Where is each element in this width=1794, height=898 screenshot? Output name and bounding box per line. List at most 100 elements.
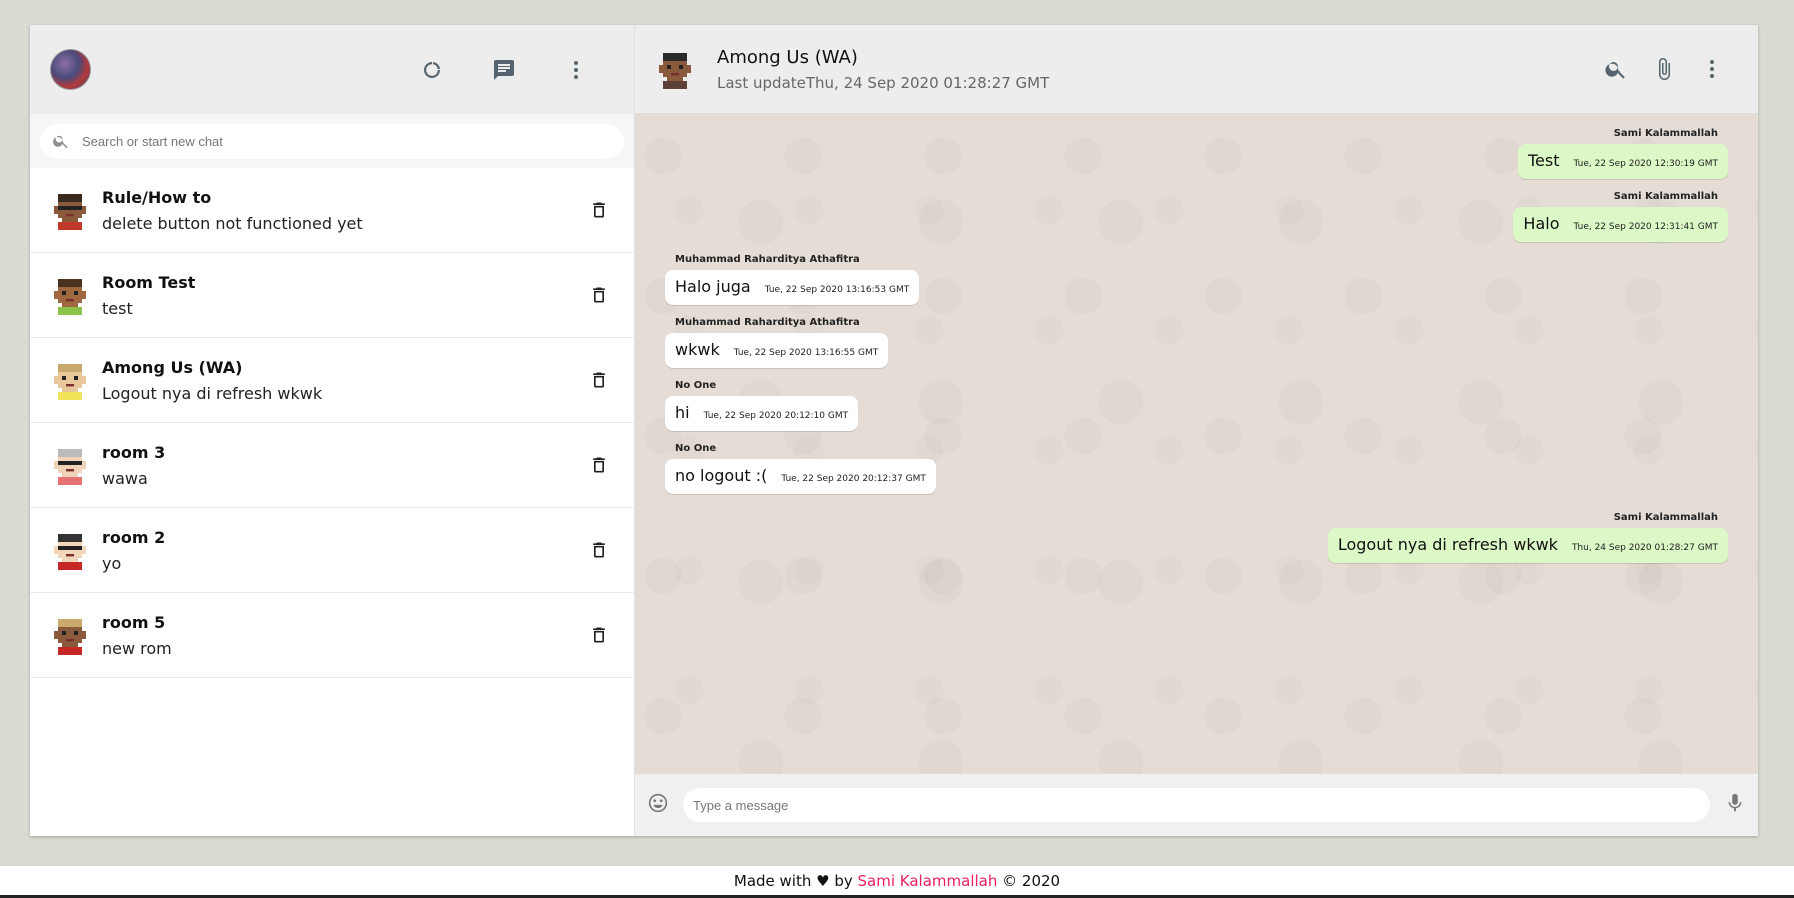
outgoing-message: Sami Kalammallah Halo Tue, 22 Sep 2020 1… xyxy=(665,191,1728,242)
chat-last-update: Last updateThu, 24 Sep 2020 01:28:27 GMT xyxy=(717,73,1050,92)
message-input[interactable] xyxy=(683,788,1710,822)
delete-icon[interactable] xyxy=(586,282,612,308)
room-name: room 3 xyxy=(102,442,166,462)
search-icon[interactable] xyxy=(1594,47,1638,91)
footer-prefix: Made with ♥ by xyxy=(733,872,853,890)
message-bubble[interactable]: Test Tue, 22 Sep 2020 12:30:19 GMT xyxy=(1517,144,1728,179)
message-timestamp: Tue, 22 Sep 2020 12:31:41 GMT xyxy=(1573,222,1718,232)
footer: Made with ♥ by Sami Kalammallah © 2020 xyxy=(0,866,1794,898)
user-avatar[interactable] xyxy=(50,49,91,90)
chat-list: Rule/How to delete button not functioned… xyxy=(30,168,634,836)
chat-header-icons xyxy=(1594,47,1734,91)
message-bubble[interactable]: Halo juga Tue, 22 Sep 2020 13:16:53 GMT xyxy=(665,270,920,305)
search-icon xyxy=(53,135,68,149)
search-box[interactable] xyxy=(40,123,624,159)
message-sender: Sami Kalammallah xyxy=(1613,191,1718,202)
chat-list-item[interactable]: Rule/How to delete button not functioned… xyxy=(30,168,634,253)
delete-icon[interactable] xyxy=(586,537,612,563)
room-info: Room Test test xyxy=(102,273,586,318)
microphone-icon[interactable] xyxy=(1724,792,1746,818)
incoming-message: No One hi Tue, 22 Sep 2020 20:12:10 GMT xyxy=(665,380,1728,431)
message-sender: No One xyxy=(675,380,717,391)
message-area[interactable]: Sami Kalammallah Test Tue, 22 Sep 2020 1… xyxy=(635,114,1758,774)
room-avatar xyxy=(54,619,86,655)
refresh-icon[interactable] xyxy=(410,48,454,92)
incoming-message: Muhammad Raharditya Athafitra wkwk Tue, … xyxy=(665,317,1728,368)
outgoing-message: Sami Kalammallah Logout nya di refresh w… xyxy=(665,512,1728,563)
chat-icon[interactable] xyxy=(482,48,526,92)
chat-title: Among Us (WA) xyxy=(717,46,858,68)
room-name: Room Test xyxy=(102,272,196,292)
incoming-message: Muhammad Raharditya Athafitra Halo juga … xyxy=(665,254,1728,305)
sidebar-header xyxy=(30,25,634,114)
message-timestamp: Tue, 22 Sep 2020 13:16:55 GMT xyxy=(733,348,879,358)
chat-list-item[interactable]: room 2 yo xyxy=(30,508,634,593)
message-bubble[interactable]: wkwk Tue, 22 Sep 2020 13:16:55 GMT xyxy=(665,333,889,368)
chat-header: Among Us (WA) Last updateThu, 24 Sep 202… xyxy=(635,25,1758,114)
room-name: Among Us (WA) xyxy=(102,357,243,377)
chat-list-item[interactable]: Among Us (WA) Logout nya di refresh wkwk xyxy=(30,338,634,423)
message-sender: Sami Kalammallah xyxy=(1613,512,1718,523)
room-name: room 2 xyxy=(102,527,166,547)
room-last-message: yo xyxy=(102,553,122,573)
message-sender: Muhammad Raharditya Athafitra xyxy=(675,317,860,328)
emoji-icon[interactable] xyxy=(647,792,669,818)
room-last-message: wawa xyxy=(102,468,148,488)
message-bubble[interactable]: no logout :( Tue, 22 Sep 2020 20:12:37 G… xyxy=(665,459,936,494)
room-last-message: delete button not functioned yet xyxy=(102,213,363,233)
delete-icon[interactable] xyxy=(586,367,612,393)
chat-list-item[interactable]: Room Test test xyxy=(30,253,634,338)
message-text: Halo xyxy=(1523,214,1560,233)
outgoing-message: Sami Kalammallah Test Tue, 22 Sep 2020 1… xyxy=(665,128,1728,179)
sidebar-header-icons xyxy=(410,48,614,92)
message-text: no logout :( xyxy=(675,466,768,485)
room-info: Among Us (WA) Logout nya di refresh wkwk xyxy=(102,358,586,403)
message-sender: Muhammad Raharditya Athafitra xyxy=(675,254,860,265)
footer-copyright: © 2020 xyxy=(1002,872,1061,890)
footer-author-link[interactable]: Sami Kalammallah xyxy=(858,872,998,890)
message-text: Logout nya di refresh wkwk xyxy=(1337,535,1558,554)
search-bar xyxy=(30,114,634,168)
message-sender: Sami Kalammallah xyxy=(1613,128,1718,139)
message-timestamp: Thu, 24 Sep 2020 01:28:27 GMT xyxy=(1571,543,1718,553)
message-composer xyxy=(635,774,1758,836)
delete-icon[interactable] xyxy=(586,452,612,478)
room-avatar xyxy=(54,279,86,315)
message-timestamp: Tue, 22 Sep 2020 20:12:10 GMT xyxy=(703,411,849,421)
message-text: hi xyxy=(675,403,690,422)
room-last-message: new rom xyxy=(102,638,172,658)
message-bubble[interactable]: Halo Tue, 22 Sep 2020 12:31:41 GMT xyxy=(1513,207,1728,242)
message-text: wkwk xyxy=(675,340,720,359)
chat-list-item[interactable]: room 3 wawa xyxy=(30,423,634,508)
room-info: room 5 new rom xyxy=(102,613,586,658)
message-sender: No One xyxy=(675,443,717,454)
more-vert-icon[interactable] xyxy=(1690,47,1734,91)
room-info: room 2 yo xyxy=(102,528,586,573)
chat-pane: Among Us (WA) Last updateThu, 24 Sep 202… xyxy=(635,25,1758,836)
message-bubble[interactable]: hi Tue, 22 Sep 2020 20:12:10 GMT xyxy=(665,396,859,431)
attach-icon[interactable] xyxy=(1642,47,1686,91)
room-name: room 5 xyxy=(102,612,166,632)
message-timestamp: Tue, 22 Sep 2020 13:16:53 GMT xyxy=(764,285,910,295)
room-avatar xyxy=(54,449,86,485)
app-window: Rule/How to delete button not functioned… xyxy=(30,25,1758,836)
chat-avatar[interactable] xyxy=(655,49,695,89)
room-avatar xyxy=(54,364,86,400)
search-input[interactable] xyxy=(82,133,612,149)
room-info: room 3 wawa xyxy=(102,443,586,488)
chat-header-info[interactable]: Among Us (WA) Last updateThu, 24 Sep 202… xyxy=(717,47,1594,92)
delete-icon[interactable] xyxy=(586,197,612,223)
more-vert-icon[interactable] xyxy=(554,48,598,92)
message-timestamp: Tue, 22 Sep 2020 20:12:37 GMT xyxy=(781,474,926,484)
delete-icon[interactable] xyxy=(586,622,612,648)
message-text: Halo juga xyxy=(675,277,751,296)
room-info: Rule/How to delete button not functioned… xyxy=(102,188,586,233)
chat-list-item[interactable]: room 5 new rom xyxy=(30,593,634,678)
incoming-message: No One no logout :( Tue, 22 Sep 2020 20:… xyxy=(665,443,1728,494)
message-text: Test xyxy=(1527,151,1560,170)
sidebar: Rule/How to delete button not functioned… xyxy=(30,25,635,836)
room-last-message: test xyxy=(102,298,133,318)
message-bubble[interactable]: Logout nya di refresh wkwk Thu, 24 Sep 2… xyxy=(1327,528,1728,563)
message-timestamp: Tue, 22 Sep 2020 12:30:19 GMT xyxy=(1573,159,1718,169)
room-avatar xyxy=(54,534,86,570)
